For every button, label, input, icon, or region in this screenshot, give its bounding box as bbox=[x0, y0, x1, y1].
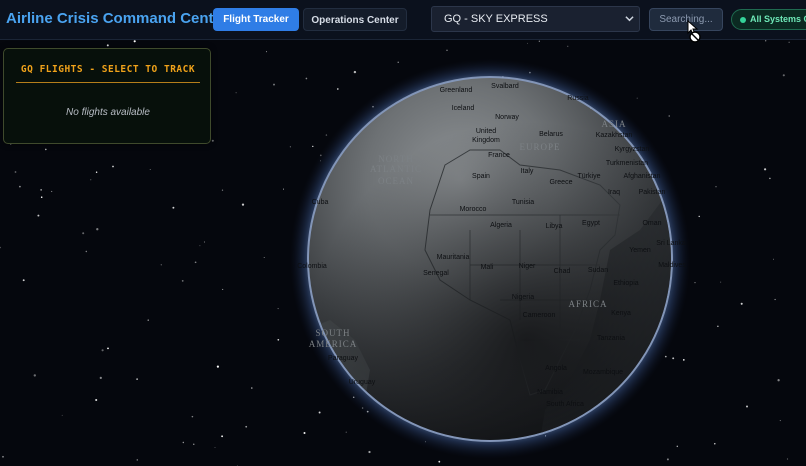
airline-select[interactable]: GQ - SKY EXPRESS bbox=[431, 6, 640, 32]
country-label: Kenya bbox=[611, 310, 631, 317]
tab-operations-center[interactable]: Operations Center bbox=[303, 8, 407, 31]
country-label: Algeria bbox=[490, 222, 512, 229]
country-label: Turkmenistan bbox=[606, 160, 648, 167]
region-label: OCEAN bbox=[378, 176, 414, 186]
country-label: Belarus bbox=[539, 131, 563, 138]
status-dot-icon bbox=[740, 17, 746, 23]
country-label: Egypt bbox=[582, 220, 600, 227]
country-label: Kazakhstan bbox=[596, 132, 633, 139]
country-label: Tunisia bbox=[512, 199, 534, 206]
country-label: Uruguay bbox=[349, 379, 376, 386]
country-label: Afghanistan bbox=[624, 173, 661, 180]
region-label: EUROPE bbox=[519, 142, 560, 152]
airline-select-value: GQ - SKY EXPRESS bbox=[444, 13, 548, 25]
not-allowed-cursor-icon bbox=[687, 20, 701, 43]
no-flights-message: No flights available bbox=[66, 107, 150, 118]
country-label: Mozambique bbox=[583, 369, 623, 376]
country-label: Svalbard bbox=[491, 83, 519, 90]
country-label: Kingdom bbox=[472, 137, 500, 144]
tab-flight-tracker[interactable]: Flight Tracker bbox=[213, 8, 299, 31]
flights-panel: GQ FLIGHTS - SELECT TO TRACK No flights … bbox=[3, 48, 211, 144]
country-label: Chad bbox=[554, 268, 571, 275]
country-label: Yemen bbox=[629, 247, 651, 254]
country-label: Colombia bbox=[297, 263, 327, 270]
country-label: Libya bbox=[546, 223, 563, 230]
region-label: ASIA bbox=[601, 119, 626, 129]
country-label: Greece bbox=[550, 179, 573, 186]
country-label: Russia bbox=[567, 95, 589, 102]
country-label: Italy bbox=[521, 168, 534, 175]
country-label: United bbox=[476, 128, 496, 135]
country-label: Greenland bbox=[440, 87, 473, 94]
country-label: Namibia bbox=[537, 389, 563, 396]
country-label: Iceland bbox=[452, 105, 475, 112]
country-label: Senegal bbox=[423, 270, 449, 277]
country-label: Morocco bbox=[460, 206, 487, 213]
country-label: South Africa bbox=[546, 401, 584, 408]
country-label: Türkiye bbox=[578, 173, 601, 180]
region-label: AFRICA bbox=[568, 299, 607, 309]
country-label: Spain bbox=[472, 173, 490, 180]
country-label: Cuba bbox=[312, 199, 329, 206]
country-label: France bbox=[488, 152, 510, 159]
country-label: Sudan bbox=[588, 267, 608, 274]
country-label: Niger bbox=[519, 263, 536, 270]
country-label: Kyrgyzstan bbox=[615, 146, 650, 153]
country-label: Oman bbox=[642, 220, 661, 227]
country-label: Paraguay bbox=[328, 355, 358, 362]
country-label: Angola bbox=[545, 365, 567, 372]
country-label: Mauritania bbox=[437, 254, 470, 261]
country-label: Nigeria bbox=[512, 294, 534, 301]
country-label: Tanzania bbox=[597, 335, 625, 342]
country-label: Iraq bbox=[608, 189, 620, 196]
chevron-down-icon bbox=[625, 16, 634, 22]
region-label: AMERICA bbox=[309, 339, 358, 349]
country-label: Cameroon bbox=[523, 312, 556, 319]
region-label: NORTH bbox=[378, 154, 413, 164]
country-label: Sri Lanka bbox=[656, 240, 686, 247]
country-label: Maldives bbox=[658, 262, 686, 269]
app-title: Airline Crisis Command Center bbox=[6, 10, 228, 27]
system-status-label: All Systems Op bbox=[750, 14, 806, 24]
country-label: Pakistan bbox=[639, 189, 666, 196]
region-label: SOUTH bbox=[315, 328, 350, 338]
country-label: Mali bbox=[481, 264, 494, 271]
country-label: Norway bbox=[495, 114, 519, 121]
system-status-badge: All Systems Op bbox=[731, 9, 806, 30]
country-label: Ethiopia bbox=[613, 280, 638, 287]
flights-panel-title: GQ FLIGHTS - SELECT TO TRACK bbox=[20, 64, 196, 75]
region-label: ATLANTIC bbox=[370, 164, 422, 174]
panel-divider bbox=[16, 82, 200, 83]
